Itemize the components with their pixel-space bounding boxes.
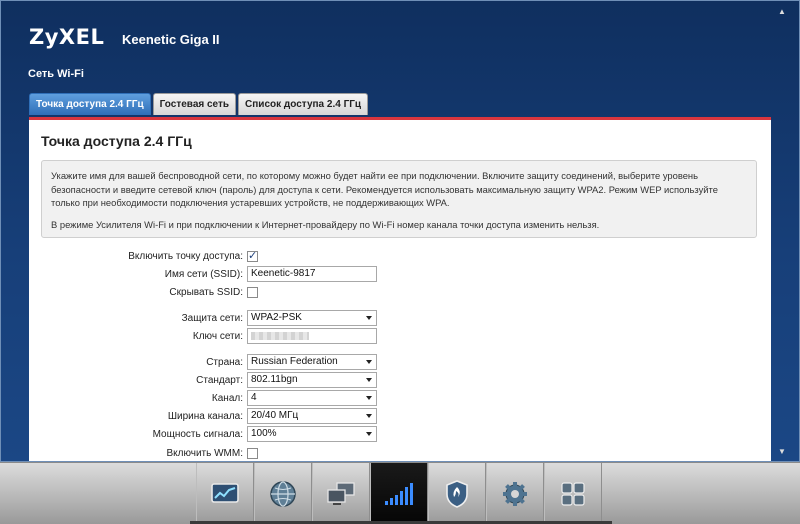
shield-icon [446,480,468,508]
chevron-down-icon [366,432,372,436]
tab-bar: Точка доступа 2.4 ГГц Гостевая сеть Спис… [29,93,370,115]
dock-internet-button[interactable] [254,463,312,524]
power-value: 100% [251,428,277,439]
ssid-label: Имя сети (SSID): [164,268,243,280]
chevron-down-icon [366,360,372,364]
network-key-input[interactable] [247,328,377,344]
app-window: ZyXEL Keenetic Giga II ▲ ▼ Сеть Wi-Fi То… [0,0,800,462]
standard-label: Стандарт: [196,374,243,386]
security-label: Защита сети: [181,312,243,324]
tab-access-point-2-4[interactable]: Точка доступа 2.4 ГГц [29,93,151,115]
bandwidth-label: Ширина канала: [167,410,243,422]
dock-security-button[interactable] [428,463,486,524]
power-select[interactable]: 100% [247,426,377,442]
panel-title: Точка доступа 2.4 ГГц [41,133,192,149]
monitor-chart-icon [211,483,239,503]
device-model: Keenetic Giga II [122,32,220,47]
enable-ap-label: Включить точку доступа: [128,250,243,262]
country-value: Russian Federation [251,356,338,367]
chevron-down-icon [366,396,372,400]
security-value: WPA2-PSK [251,312,302,323]
row-standard: Стандарт: 802.11bgn [29,372,377,388]
power-label: Мощность сигнала: [152,428,243,440]
scroll-down-arrow-icon[interactable]: ▼ [777,447,787,457]
brand-logo: ZyXEL [29,25,105,49]
tab-access-list-2-4[interactable]: Список доступа 2.4 ГГц [238,93,369,115]
settings-panel: Точка доступа 2.4 ГГц Укажите имя для ва… [29,117,771,461]
info-paragraph-1: Укажите имя для вашей беспроводной сети,… [51,170,718,208]
chevron-down-icon [366,378,372,382]
dock-home-network-button[interactable] [312,463,370,524]
bandwidth-value: 20/40 МГц [251,410,299,421]
country-label: Страна: [206,356,243,368]
wmm-label: Включить WMM: [166,447,243,459]
globe-icon [270,481,296,507]
ssid-input[interactable]: Keenetic-9817 [247,266,377,282]
wmm-checkbox[interactable] [247,447,258,459]
info-box: Укажите имя для вашей беспроводной сети,… [41,160,757,238]
bandwidth-select[interactable]: 20/40 МГц [247,408,377,424]
standard-select[interactable]: 802.11bgn [247,372,377,388]
row-security: Защита сети: WPA2-PSK [29,310,377,326]
row-network-key: Ключ сети: [29,328,377,344]
bottom-dock [0,462,800,524]
row-power: Мощность сигнала: 100% [29,426,377,442]
page-title: Сеть Wi-Fi [28,68,84,80]
row-hide-ssid: Скрывать SSID: [29,284,258,300]
row-enable-ap: Включить точку доступа: [29,248,258,264]
row-country: Страна: Russian Federation [29,354,377,370]
channel-label: Канал: [211,392,243,404]
channel-select[interactable]: 4 [247,390,377,406]
security-select[interactable]: WPA2-PSK [247,310,377,326]
enable-ap-checkbox[interactable] [247,249,258,262]
row-bandwidth: Ширина канала: 20/40 МГц [29,408,377,424]
row-wmm: Включить WMM: [29,445,258,461]
tab-guest-network[interactable]: Гостевая сеть [152,93,237,115]
chevron-down-icon [366,414,372,418]
channel-value: 4 [251,392,257,403]
standard-value: 802.11bgn [251,374,298,385]
wifi-signal-bars-icon [385,483,413,505]
network-key-label: Ключ сети: [192,330,243,342]
scroll-up-arrow-icon[interactable]: ▲ [777,7,787,17]
dock-system-button[interactable] [486,463,544,524]
dock-apps-button[interactable] [544,463,602,524]
info-paragraph-2: В режиме Усилителя Wi-Fi и при подключен… [51,218,600,230]
hide-ssid-checkbox[interactable] [247,286,258,298]
gear-icon [503,482,527,506]
masked-key-blur [251,332,309,340]
dock-monitor-button[interactable] [196,463,254,524]
row-channel: Канал: 4 [29,390,377,406]
chevron-down-icon [366,316,372,320]
row-ssid: Имя сети (SSID): Keenetic-9817 [29,266,377,282]
dock-wifi-button[interactable] [370,463,428,524]
country-select[interactable]: Russian Federation [247,354,377,370]
apps-grid-icon [561,482,585,506]
network-computers-icon [327,482,355,505]
hide-ssid-label: Скрывать SSID: [169,286,243,298]
